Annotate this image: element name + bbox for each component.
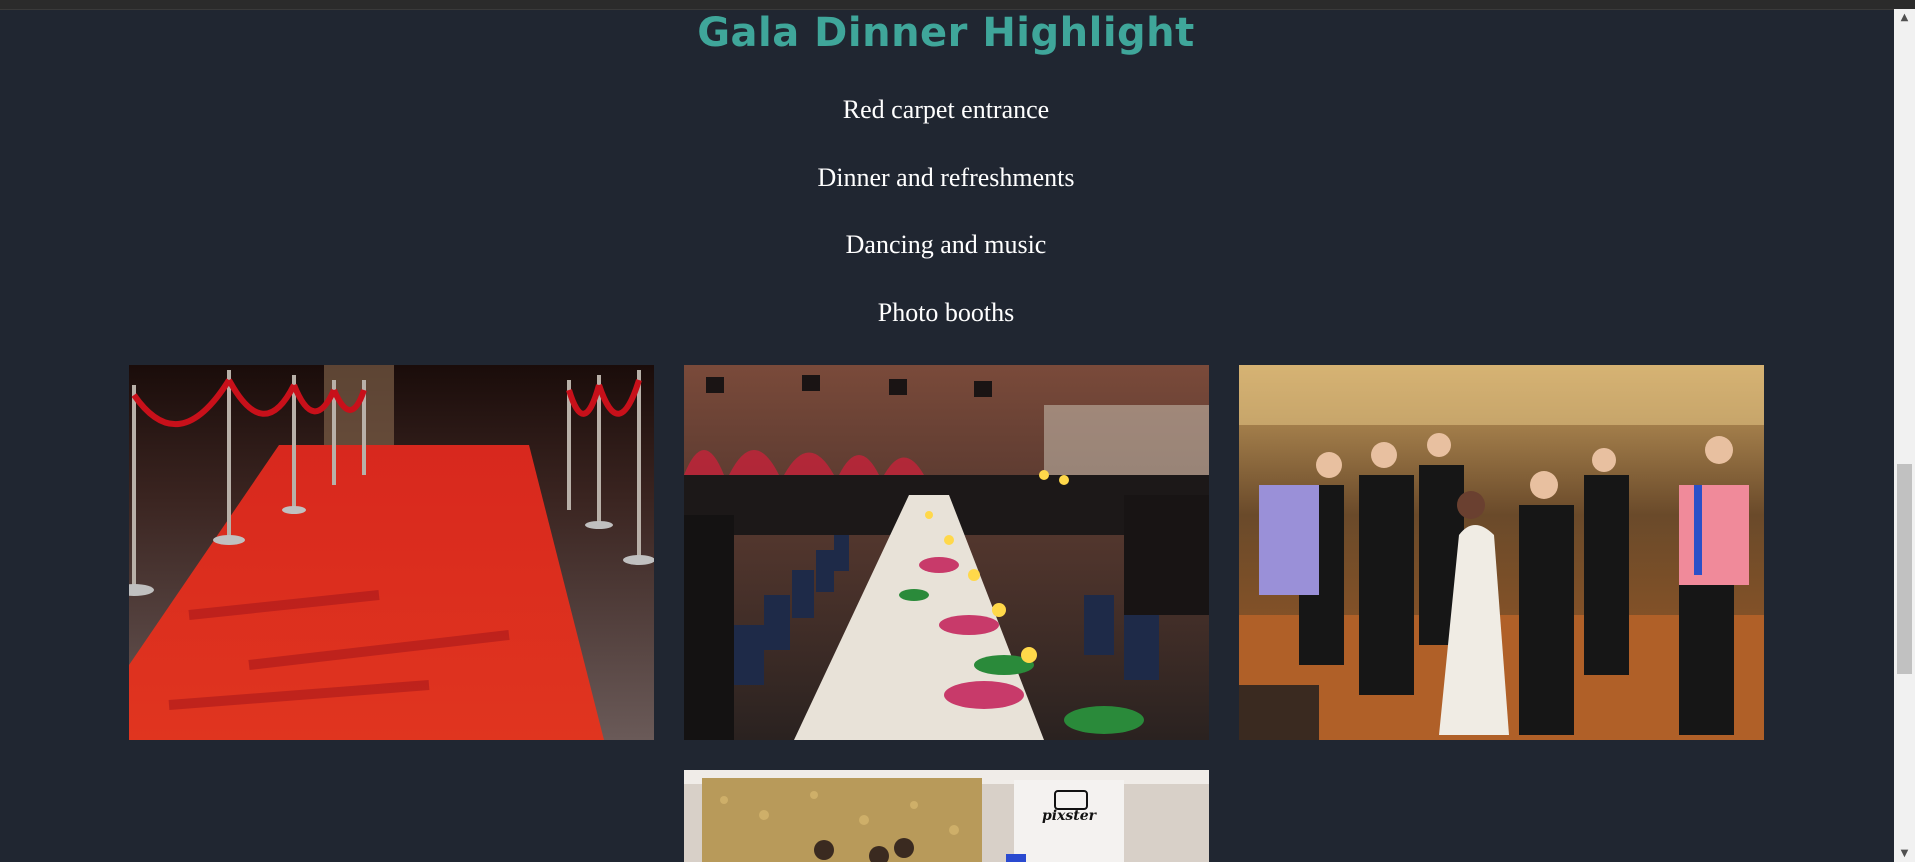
scrollbar-thumb[interactable]	[1897, 464, 1912, 674]
scroll-up-arrow-icon[interactable]: ▲	[1894, 9, 1915, 26]
camera-icon	[1054, 790, 1088, 810]
highlight-item: Dancing and music	[845, 230, 1047, 259]
page: Gala Dinner Highlight Red carpet entranc…	[0, 0, 1915, 862]
scroll-down-arrow-icon[interactable]: ▼	[1894, 845, 1915, 862]
dancing-photo	[1239, 365, 1764, 740]
section-title: Gala Dinner Highlight	[697, 10, 1195, 56]
highlight-item: Red carpet entrance	[842, 95, 1050, 124]
gala-dinner-photo	[684, 365, 1209, 740]
booth-sign-text: pixster	[1041, 808, 1097, 824]
photo-booth-photo: pixster	[684, 770, 1209, 862]
red-carpet-photo	[129, 365, 654, 740]
vertical-scrollbar[interactable]: ▲ ▼	[1894, 9, 1915, 862]
browser-top-edge	[0, 0, 1915, 10]
highlight-item: Dinner and refreshments	[817, 163, 1075, 192]
highlight-item: Photo booths	[877, 298, 1015, 327]
